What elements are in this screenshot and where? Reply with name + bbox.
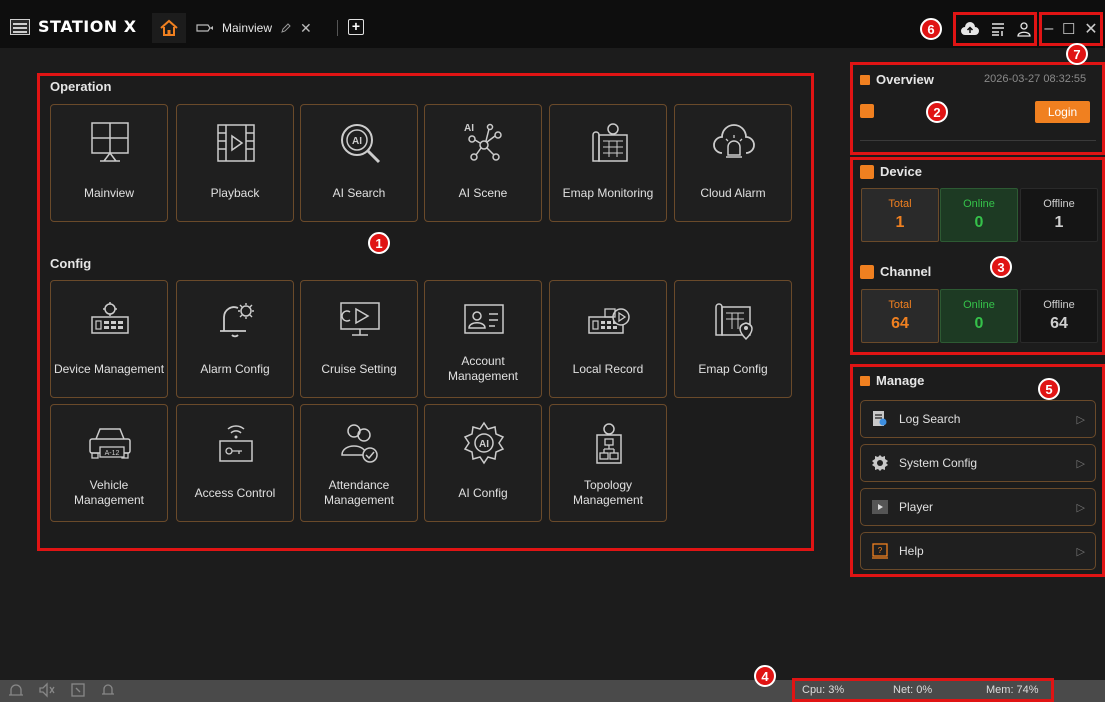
tab-mainview[interactable]: Mainview ✕ [196, 13, 312, 43]
home-tab[interactable] [152, 13, 186, 43]
annotation-box-6 [953, 12, 1037, 46]
edit-icon[interactable] [280, 22, 292, 34]
screenshot-icon[interactable] [70, 682, 86, 698]
alarm-user-icon[interactable] [8, 682, 24, 698]
annotation-badge-1: 1 [368, 232, 390, 254]
annotation-box-5 [850, 364, 1105, 577]
bell-icon[interactable] [100, 682, 116, 698]
home-icon [160, 19, 178, 36]
tab-close-icon[interactable]: ✕ [300, 20, 312, 37]
annotation-badge-3: 3 [990, 256, 1012, 278]
add-tab-button[interactable]: + [348, 19, 364, 35]
app-name: STATION X [38, 17, 137, 36]
tab-divider [337, 20, 338, 36]
annotation-box-3 [850, 157, 1105, 355]
annotation-box-4 [792, 678, 1054, 702]
annotation-badge-5: 5 [1038, 378, 1060, 400]
annotation-badge-7: 7 [1066, 43, 1088, 65]
status-icons [8, 682, 116, 698]
annotation-badge-4: 4 [754, 665, 776, 687]
mute-icon[interactable] [38, 682, 56, 698]
annotation-badge-2: 2 [926, 101, 948, 123]
annotation-box-2 [850, 62, 1105, 155]
annotation-badge-6: 6 [920, 18, 942, 40]
logo-icon [10, 18, 30, 35]
tab-mainview-label: Mainview [222, 21, 273, 35]
annotation-box-7 [1039, 12, 1103, 46]
annotation-box-1 [37, 73, 814, 551]
camera-icon [196, 24, 213, 32]
app-logo: STATION X [10, 17, 137, 36]
